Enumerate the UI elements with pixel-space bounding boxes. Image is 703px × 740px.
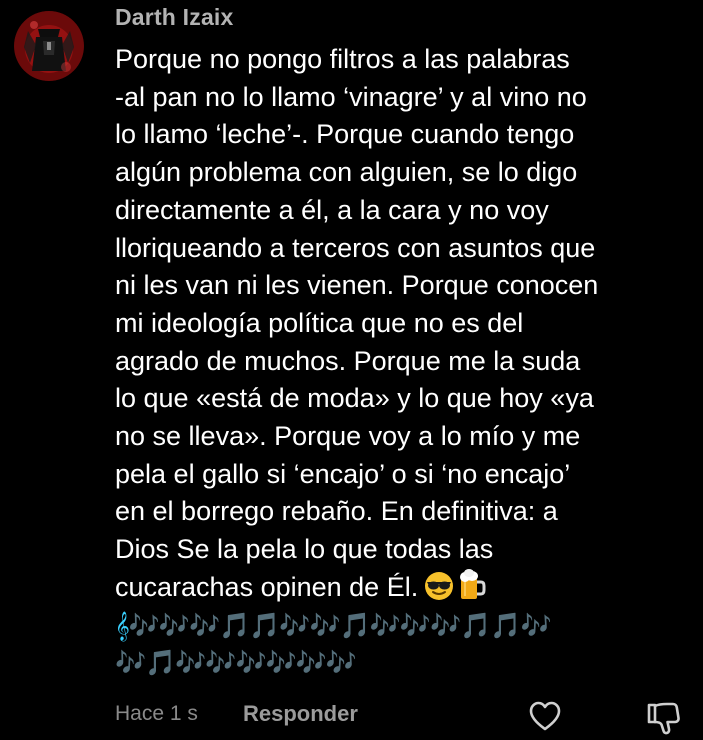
comment-line: lo llamo ‘leche’-. Porque cuando tengo [115, 119, 575, 150]
comment-line: Dios Se la pela lo que todas las [115, 534, 494, 565]
comment-line: mi ideología política que no es del [115, 307, 524, 338]
avatar[interactable] [14, 11, 84, 81]
comment-timestamp: Hace 1 s [115, 702, 198, 725]
reply-button[interactable]: Responder [243, 701, 358, 727]
music-notes-line: 𝄞🎶🎶🎶🎵🎵🎶🎶🎵🎶🎶🎶🎵🎵🎶 [115, 610, 552, 640]
music-notes-line: 🎶🎵🎶🎶🎶🎶🎶🎶 [115, 648, 357, 678]
comment-line: lloriqueando a terceros con asuntos que [115, 232, 596, 263]
comment-footer: Hace 1 s Responder [115, 700, 695, 735]
comment-author[interactable]: Darth Izaix [115, 4, 234, 31]
avatar-image [14, 11, 84, 81]
comment-line: pela el gallo si ‘encajo’ o si ‘no encaj… [115, 458, 571, 489]
comment-line: no se lleva». Porque voy a lo mío y me [115, 421, 581, 452]
comment-line: agrado de muchos. Porque me la suda [115, 345, 581, 376]
beer-mug-emoji-icon [460, 568, 486, 599]
heart-outline-icon[interactable] [528, 700, 562, 732]
comment-line-text: cucarachas opinen de Él. [115, 571, 419, 602]
comment-line-last: cucarachas opinen de Él. [115, 568, 697, 607]
comment-line: -al pan no lo llamo ‘vinagre’ y al vino … [115, 81, 587, 112]
comment-line: Porque no pongo filtros a las palabras [115, 44, 570, 74]
comment-line: algún problema con alguien, se lo digo [115, 157, 578, 188]
thumbs-down-outline-icon[interactable] [645, 700, 681, 736]
comment-line: en el borrego rebaño. En definitiva: a [115, 496, 558, 527]
comment-line: lo que «está de moda» y lo que hoy «ya [115, 383, 594, 414]
comment-line: directamente a él, a la cara y no voy [115, 194, 549, 225]
comment-line: ni les van ni les vienen. Porque conocen [115, 270, 599, 301]
comment-body: Porque no pongo filtros a las palabras -… [115, 41, 697, 682]
sunglasses-emoji-icon [425, 571, 454, 600]
